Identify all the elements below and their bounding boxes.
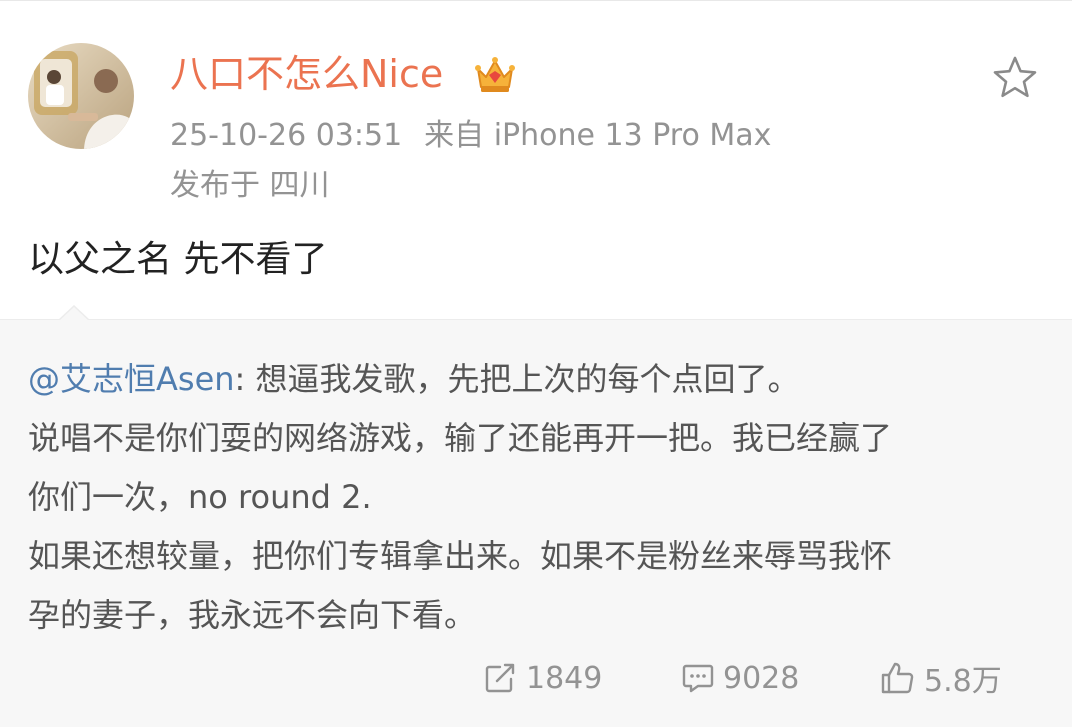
caret [59, 307, 89, 321]
avatar[interactable] [28, 43, 134, 149]
repost-line-5: 孕的妻子，我永远不会向下看。 [28, 596, 477, 634]
comment-icon [682, 664, 714, 693]
post-location: 发布于 四川 [170, 168, 330, 203]
repost-button[interactable]: 1849 [484, 656, 602, 700]
repost-line-2: 说唱不是你们耍的网络游戏，输了还能再开一把。我已经赢了 [28, 419, 893, 457]
mention-link[interactable]: @艾志恒Asen [28, 360, 235, 398]
crown-badge-icon [475, 57, 515, 92]
weibo-post: 八口不怎么Nice 25-10-26 03:51 来自 iPhone 13 Pro… [0, 0, 1072, 727]
repost-line-1: @艾志恒Asen: 想逼我发歌，先把上次的每个点回了。 [28, 350, 1048, 409]
username[interactable]: 八口不怎么Nice [170, 49, 443, 99]
star-icon[interactable] [990, 53, 1040, 101]
post-source: 来自 iPhone 13 Pro Max [424, 118, 772, 153]
like-button[interactable]: 5.8万 [880, 656, 1002, 700]
repost-icon [485, 663, 515, 693]
thumbs-up-icon [881, 662, 914, 694]
like-count: 5.8万 [924, 664, 1002, 699]
repost-line-text: : 想逼我发歌，先把上次的每个点回了。 [234, 360, 800, 398]
repost-line-4: 如果还想较量，把你们专辑拿出来。如果不是粉丝来辱骂我怀 [28, 537, 893, 575]
repost-count: 1849 [526, 660, 603, 696]
post-meta: 25-10-26 03:51 来自 iPhone 13 Pro Max [170, 114, 771, 158]
repost-actions: 1849 9028 5.8万 [0, 656, 1072, 700]
avatar-photo [28, 43, 134, 149]
repost-card[interactable]: @艾志恒Asen: 想逼我发歌，先把上次的每个点回了。 说唱不是你们耍的网络游戏… [0, 305, 1072, 727]
repost-line-3: 你们一次，no round 2. [28, 478, 372, 516]
repost-text: @艾志恒Asen: 想逼我发歌，先把上次的每个点回了。 说唱不是你们耍的网络游戏… [28, 350, 1048, 645]
comment-button[interactable]: 9028 [681, 656, 799, 700]
comment-count: 9028 [723, 660, 800, 696]
timestamp: 25-10-26 03:51 [170, 118, 403, 153]
post-text: 以父之名 先不看了 [28, 239, 328, 280]
